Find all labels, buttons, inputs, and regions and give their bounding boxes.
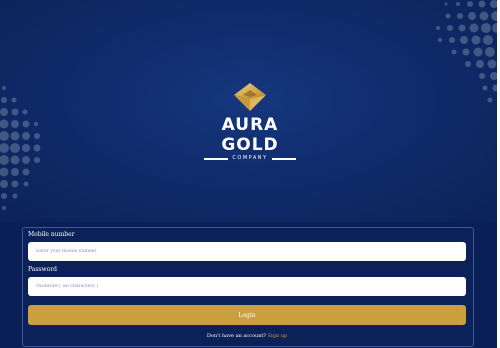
signup-link[interactable]: Sign up (268, 333, 287, 339)
mobile-input[interactable] (28, 242, 466, 261)
hero-banner: AURA GOLD COMPANY (0, 0, 500, 222)
mobile-label: Mobile number (28, 231, 75, 238)
brand-logo: AURA GOLD COMPANY (195, 82, 305, 162)
tagline-rule-right (271, 157, 296, 160)
brand-tagline: COMPANY (232, 155, 268, 161)
password-input[interactable] (28, 277, 466, 296)
brand-name: AURA GOLD (221, 115, 279, 155)
login-button[interactable]: Login (28, 305, 466, 325)
tagline-rule-left (204, 157, 229, 160)
signup-row: Don't have an account? Sign up (28, 333, 466, 340)
password-label: Password (28, 266, 57, 273)
signup-prompt: Don't have an account? (206, 333, 267, 339)
gold-diamond-emblem-icon (234, 83, 266, 111)
brand-tagline-row: COMPANY (195, 155, 305, 162)
